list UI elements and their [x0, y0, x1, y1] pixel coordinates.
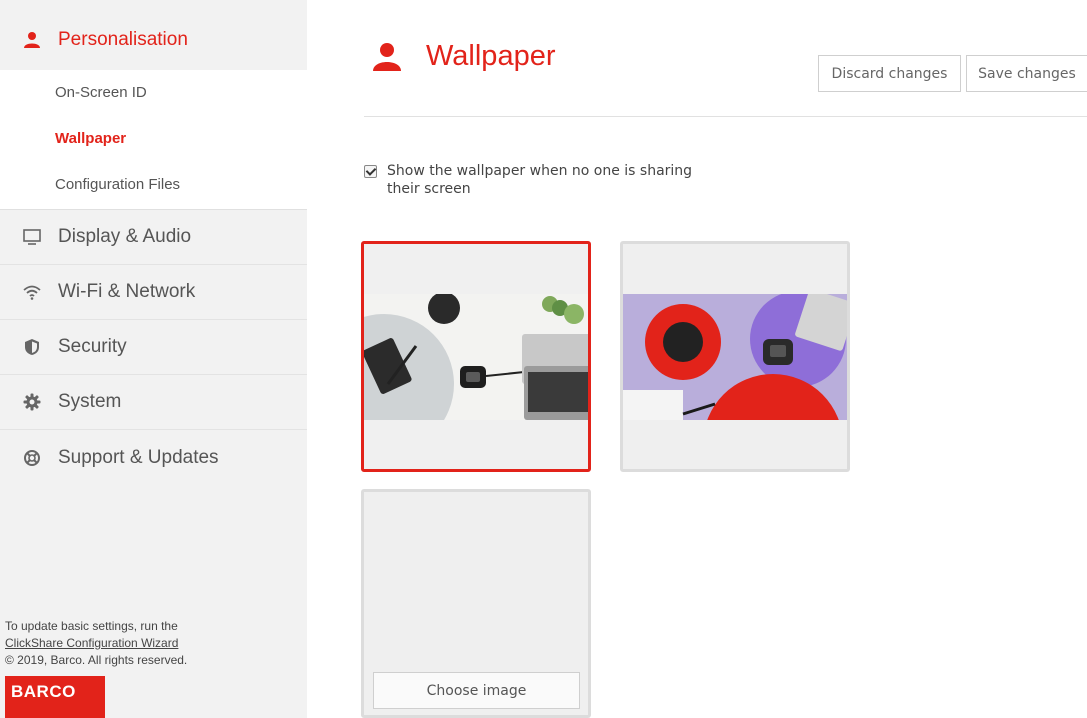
- lifebuoy-icon: [22, 448, 42, 468]
- sidebar-footer: To update basic settings, run the ClickS…: [5, 618, 187, 669]
- gear-icon: [22, 392, 42, 412]
- sidebar-item-configuration-files[interactable]: Configuration Files: [0, 162, 307, 208]
- save-changes-button[interactable]: Save changes: [966, 55, 1087, 92]
- user-icon: [22, 30, 42, 50]
- sidebar-item-system[interactable]: System: [0, 375, 307, 430]
- copyright-text: © 2019, Barco. All rights reserved.: [5, 653, 188, 667]
- show-wallpaper-checkbox[interactable]: [364, 165, 377, 178]
- sidebar-item-label: Wi-Fi & Network: [58, 281, 196, 302]
- wallpaper-option-1[interactable]: [361, 241, 591, 472]
- sidebar-menu: Display & Audio Wi-Fi & Network Security…: [0, 210, 307, 485]
- sidebar-item-label: Support & Updates: [58, 446, 219, 468]
- sidebar-item-label: Display & Audio: [58, 226, 192, 247]
- wallpaper-thumbnail-1: [364, 294, 588, 420]
- sidebar: Personalisation On-Screen ID Wallpaper C…: [0, 0, 307, 718]
- sidebar-section-label: Personalisation: [58, 29, 188, 50]
- show-wallpaper-label[interactable]: Show the wallpaper when no one is sharin…: [387, 162, 707, 198]
- sidebar-section-personalisation[interactable]: Personalisation: [0, 6, 307, 70]
- custom-wallpaper-option[interactable]: Choose image: [361, 489, 591, 718]
- choose-image-button[interactable]: Choose image: [373, 672, 580, 709]
- wifi-icon: [22, 282, 42, 302]
- discard-changes-button[interactable]: Discard changes: [818, 55, 961, 92]
- monitor-icon: [22, 227, 42, 247]
- sidebar-item-on-screen-id[interactable]: On-Screen ID: [0, 70, 307, 116]
- sidebar-item-label: Security: [58, 336, 127, 357]
- configuration-wizard-link[interactable]: ClickShare Configuration Wizard: [5, 636, 178, 650]
- sidebar-item-wallpaper[interactable]: Wallpaper: [0, 116, 307, 162]
- page-title: Wallpaper: [372, 40, 555, 73]
- divider: [364, 116, 1087, 117]
- shield-icon: [22, 337, 42, 357]
- personalisation-submenu: On-Screen ID Wallpaper Configuration Fil…: [0, 70, 307, 210]
- sidebar-item-label: System: [58, 391, 122, 412]
- footer-text: To update basic settings, run the: [5, 619, 178, 633]
- wallpaper-thumbnail-2: [623, 294, 847, 420]
- page-title-text: Wallpaper: [426, 40, 556, 72]
- sidebar-item-display-audio[interactable]: Display & Audio: [0, 210, 307, 265]
- barco-logo: BARCO: [5, 676, 105, 718]
- wallpaper-option-2[interactable]: [620, 241, 850, 472]
- user-icon: [372, 42, 402, 72]
- sidebar-item-wifi-network[interactable]: Wi-Fi & Network: [0, 265, 307, 320]
- sidebar-item-personalisation[interactable]: Personalisation: [0, 6, 307, 74]
- sidebar-item-support-updates[interactable]: Support & Updates: [0, 430, 307, 485]
- show-wallpaper-option[interactable]: Show the wallpaper when no one is sharin…: [364, 162, 707, 198]
- sidebar-item-security[interactable]: Security: [0, 320, 307, 375]
